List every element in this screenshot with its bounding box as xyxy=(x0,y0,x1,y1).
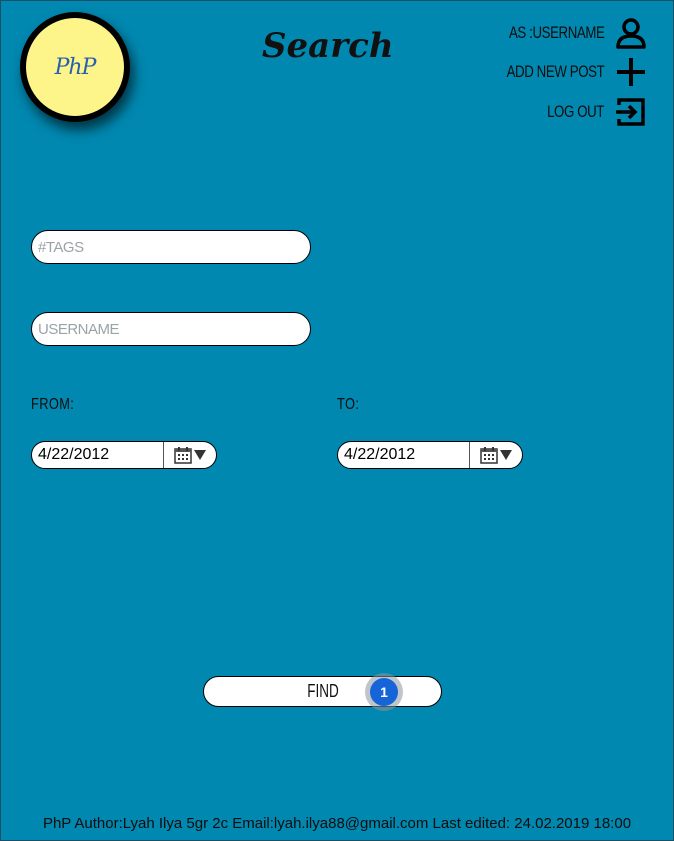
site-logo[interactable]: PhP xyxy=(20,12,130,122)
from-calendar-button[interactable] xyxy=(164,446,216,464)
to-date-picker[interactable]: 4/22/2012 xyxy=(337,441,523,469)
badge-count: 1 xyxy=(370,678,398,706)
user-profile-label: AS :USERNAME xyxy=(508,23,604,42)
calendar-icon xyxy=(480,447,498,464)
from-date-picker[interactable]: 4/22/2012 xyxy=(31,441,217,469)
find-button-label: FIND xyxy=(306,681,339,701)
from-date-value[interactable]: 4/22/2012 xyxy=(32,442,164,468)
add-post-label: ADD NEW POST xyxy=(506,62,604,81)
to-date-value[interactable]: 4/22/2012 xyxy=(338,442,470,468)
logo-text: PhP xyxy=(54,54,97,80)
dropdown-arrow-icon xyxy=(500,450,512,460)
plus-icon xyxy=(617,58,645,86)
footer-text: PhP Author:Lyah Ilya 5gr 2c Email:lyah.i… xyxy=(42,815,632,832)
username-input[interactable] xyxy=(31,312,311,346)
logout-icon xyxy=(616,98,645,126)
find-button[interactable]: FIND xyxy=(203,676,442,707)
page-title: Search xyxy=(262,26,394,66)
notification-badge: 1 xyxy=(365,673,403,711)
logout-link[interactable]: LOG OUT xyxy=(531,95,648,129)
tags-input[interactable] xyxy=(31,230,311,264)
dropdown-arrow-icon xyxy=(194,450,206,460)
add-post-link[interactable]: ADD NEW POST xyxy=(479,55,648,89)
to-label: TO: xyxy=(337,396,360,413)
user-icon xyxy=(616,18,646,49)
user-profile-link[interactable]: AS :USERNAME xyxy=(482,16,648,50)
from-label: FROM: xyxy=(31,396,75,413)
calendar-icon xyxy=(174,447,192,464)
to-calendar-button[interactable] xyxy=(470,446,522,464)
logout-label: LOG OUT xyxy=(547,102,604,121)
